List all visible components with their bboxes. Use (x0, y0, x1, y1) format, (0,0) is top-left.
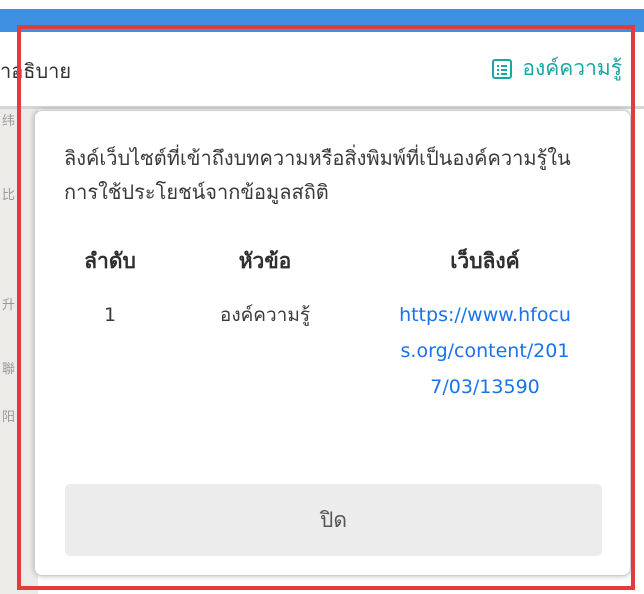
knowledge-link-label: องค์ความรู้ (522, 56, 622, 80)
column-header-weblink: เว็บลิงค์ (450, 248, 520, 273)
table-header-row: ลำดับ หัวข้อ เว็บลิงค์ (47, 239, 613, 283)
map-label: 纬 (2, 114, 16, 129)
close-button[interactable]: ปิด (65, 484, 602, 556)
map-label: 聯 (2, 362, 16, 377)
map-label: 升 (2, 298, 16, 313)
weblink-url[interactable]: https://www.hfocus.org/content/2017/03/1… (395, 297, 575, 405)
list-icon (492, 58, 513, 79)
map-label: 比 (2, 188, 16, 203)
panel-header: าอธิบาย องค์ความรู้ (0, 32, 644, 109)
column-header-topic: หัวข้อ (238, 248, 292, 273)
row-weblink-cell: https://www.hfocus.org/content/2017/03/1… (357, 283, 613, 405)
top-blue-bar (0, 9, 644, 32)
knowledge-link[interactable]: องค์ความรู้ (492, 52, 622, 85)
row-number: 1 (103, 304, 117, 326)
description-tab-label[interactable]: าอธิบาย (0, 55, 71, 87)
map-background: 纬 比 升 聯 阳 (0, 108, 38, 594)
modal-description: ลิงค์เว็บไซต์ที่เข้าถึงบทความหรือสิ่งพิม… (64, 146, 571, 204)
table-row: 1 องค์ความรู้ https://www.hfocus.org/con… (47, 283, 613, 405)
row-topic: องค์ความรู้ (219, 304, 311, 326)
column-header-number: ลำดับ (84, 248, 136, 273)
knowledge-modal: ลิงค์เว็บไซต์ที่เข้าถึงบทความหรือสิ่งพิม… (34, 110, 631, 576)
top-strip (0, 0, 644, 9)
knowledge-links-table: ลำดับ หัวข้อ เว็บลิงค์ 1 องค์ความรู้ htt… (47, 239, 613, 405)
map-label: 阳 (2, 410, 16, 425)
